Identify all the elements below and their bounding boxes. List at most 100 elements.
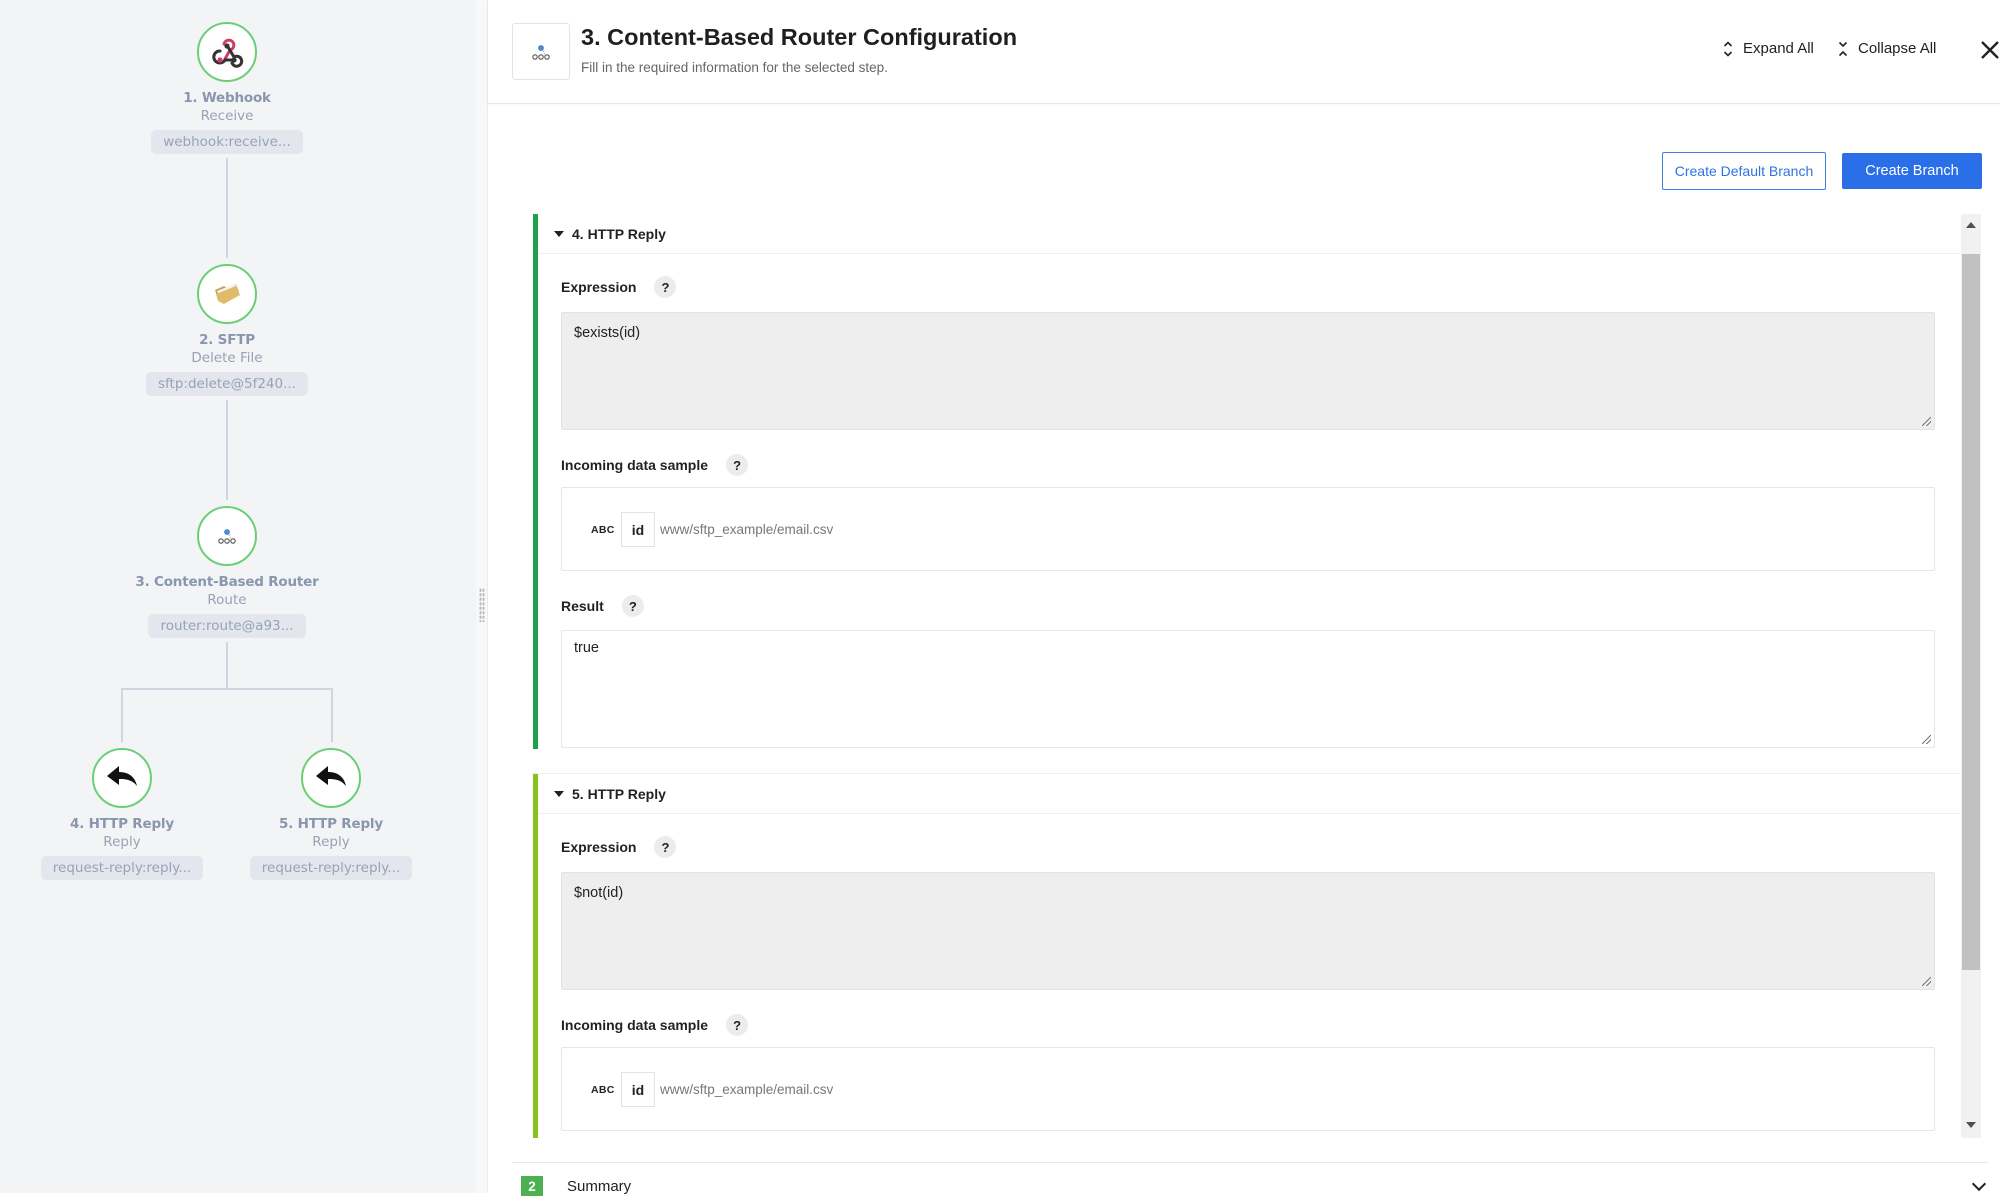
help-icon[interactable]: ? bbox=[726, 454, 749, 476]
node-title: 3. Content-Based Router bbox=[135, 574, 319, 590]
result-value: true bbox=[574, 640, 599, 656]
branches-scroll-area[interactable]: 4. HTTP Reply Expression ? $exists(id) I… bbox=[532, 214, 1982, 1138]
help-icon[interactable]: ? bbox=[621, 595, 644, 617]
expand-icon bbox=[1723, 40, 1733, 57]
expand-all-button[interactable]: Expand All bbox=[1723, 40, 1814, 57]
config-header: 3. Content-Based Router Configuration Fi… bbox=[488, 0, 2000, 104]
scroll-up-icon[interactable] bbox=[1966, 222, 1976, 228]
node-title: 1. Webhook bbox=[183, 90, 271, 106]
drag-handle-icon[interactable] bbox=[479, 588, 485, 622]
create-default-branch-button[interactable]: Create Default Branch bbox=[1662, 152, 1826, 190]
node-circle[interactable] bbox=[92, 748, 152, 808]
resize-handle-icon[interactable] bbox=[1922, 977, 1931, 986]
expression-input[interactable]: $not(id) bbox=[561, 872, 1935, 990]
folder-icon bbox=[215, 284, 240, 304]
string-type-icon: ABC bbox=[591, 523, 615, 536]
expression-label-text: Expression bbox=[561, 279, 637, 295]
caret-down-icon bbox=[554, 230, 564, 237]
reply-icon bbox=[107, 766, 137, 786]
step-icon-box bbox=[512, 23, 570, 80]
flow-node-http-reply-4[interactable]: 4. HTTP Reply Reply request-reply:reply.… bbox=[2, 748, 242, 880]
summary-label: Summary bbox=[567, 1178, 632, 1195]
flow-node-http-reply-5[interactable]: 5. HTTP Reply Reply request-reply:reply.… bbox=[211, 748, 451, 880]
incoming-sample-label: Incoming data sample ? bbox=[561, 1014, 749, 1036]
help-icon[interactable]: ? bbox=[654, 836, 677, 858]
node-tag: webhook:receive... bbox=[151, 130, 303, 154]
node-subtitle: Receive bbox=[200, 108, 254, 124]
flow-node-sftp[interactable]: 2. SFTP Delete File sftp:delete@5f240... bbox=[107, 264, 347, 396]
node-tag: sftp:delete@5f240... bbox=[146, 372, 308, 396]
caret-down-icon bbox=[554, 790, 564, 797]
node-circle[interactable] bbox=[197, 506, 257, 566]
incoming-sample-label-text: Incoming data sample bbox=[561, 457, 709, 473]
close-button[interactable] bbox=[1978, 38, 2000, 62]
branch-header-toggle[interactable]: 5. HTTP Reply bbox=[538, 774, 1960, 814]
node-circle[interactable] bbox=[301, 748, 361, 808]
node-title: 5. HTTP Reply bbox=[279, 816, 383, 832]
router-icon bbox=[218, 529, 236, 544]
sample-row: ABC id www/sftp_example/email.csv bbox=[591, 1072, 833, 1107]
collapse-all-button[interactable]: Collapse All bbox=[1838, 40, 1936, 57]
vertical-scrollbar[interactable] bbox=[1961, 214, 1981, 1138]
branch-title: 4. HTTP Reply bbox=[572, 225, 666, 242]
incoming-sample-box: ABC id www/sftp_example/email.csv bbox=[561, 487, 1935, 571]
create-branch-button[interactable]: Create Branch bbox=[1842, 153, 1982, 189]
resize-handle-icon[interactable] bbox=[1922, 417, 1931, 426]
result-label: Result ? bbox=[561, 595, 644, 617]
flow-node-router[interactable]: 3. Content-Based Router Route router:rou… bbox=[107, 506, 347, 638]
node-subtitle: Delete File bbox=[191, 350, 263, 366]
expression-label-text: Expression bbox=[561, 839, 637, 855]
expression-label: Expression ? bbox=[561, 276, 677, 298]
node-subtitle: Reply bbox=[312, 834, 350, 850]
string-type-icon: ABC bbox=[591, 1083, 615, 1096]
reply-icon bbox=[316, 766, 346, 786]
connector-line bbox=[121, 688, 123, 742]
step-number-badge: 2 bbox=[521, 1176, 543, 1196]
flow-node-webhook[interactable]: 1. Webhook Receive webhook:receive... bbox=[107, 22, 347, 154]
router-icon bbox=[532, 44, 550, 60]
panel-splitter[interactable] bbox=[476, 0, 488, 1193]
sample-value: www/sftp_example/email.csv bbox=[660, 522, 834, 537]
expression-value: $not(id) bbox=[574, 885, 624, 901]
collapse-all-label: Collapse All bbox=[1858, 40, 1937, 57]
resize-handle-icon[interactable] bbox=[1922, 735, 1931, 744]
webhook-icon bbox=[212, 38, 244, 68]
branch-title: 5. HTTP Reply bbox=[572, 785, 666, 802]
collapse-icon bbox=[1838, 41, 1848, 56]
branch-header-toggle[interactable]: 4. HTTP Reply bbox=[538, 214, 1960, 254]
node-subtitle: Route bbox=[207, 592, 247, 608]
flow-canvas: 1. Webhook Receive webhook:receive... 2.… bbox=[0, 0, 476, 1193]
chevron-down-icon[interactable] bbox=[1971, 1176, 1987, 1192]
expression-value: $exists(id) bbox=[574, 325, 641, 341]
branch-section: 5. HTTP Reply Expression ? $not(id) Inco… bbox=[532, 773, 1960, 1138]
scroll-down-icon[interactable] bbox=[1966, 1122, 1976, 1128]
summary-step-row[interactable]: 2 Summary bbox=[512, 1162, 1988, 1202]
incoming-sample-box: ABC id www/sftp_example/email.csv bbox=[561, 1047, 1935, 1131]
connector-line bbox=[226, 400, 228, 500]
sample-row: ABC id www/sftp_example/email.csv bbox=[591, 512, 833, 547]
connector-line bbox=[331, 688, 333, 742]
expression-label: Expression ? bbox=[561, 836, 677, 858]
sample-key: id bbox=[621, 512, 655, 547]
node-tag: router:route@a93... bbox=[148, 614, 306, 638]
help-icon[interactable]: ? bbox=[726, 1014, 749, 1036]
branch-color-bar bbox=[533, 774, 538, 1138]
scrollbar-thumb[interactable] bbox=[1962, 254, 1980, 970]
result-output[interactable]: true bbox=[561, 630, 1935, 748]
branch-color-bar bbox=[533, 214, 538, 749]
expand-all-label: Expand All bbox=[1743, 40, 1814, 57]
help-icon[interactable]: ? bbox=[654, 276, 677, 298]
page-title: 3. Content-Based Router Configuration bbox=[581, 24, 1018, 50]
branch-section: 4. HTTP Reply Expression ? $exists(id) I… bbox=[532, 214, 1960, 749]
incoming-sample-label-text: Incoming data sample bbox=[561, 1017, 709, 1033]
sample-value: www/sftp_example/email.csv bbox=[660, 1082, 834, 1097]
page-subtitle: Fill in the required information for the… bbox=[581, 60, 888, 75]
node-tag: request-reply:reply... bbox=[249, 856, 413, 880]
connector-line bbox=[226, 642, 228, 689]
node-title: 4. HTTP Reply bbox=[70, 816, 174, 832]
node-circle[interactable] bbox=[197, 22, 257, 82]
node-circle[interactable] bbox=[197, 264, 257, 324]
expression-input[interactable]: $exists(id) bbox=[561, 312, 1935, 430]
sample-key: id bbox=[621, 1072, 655, 1107]
node-tag: request-reply:reply... bbox=[40, 856, 204, 880]
